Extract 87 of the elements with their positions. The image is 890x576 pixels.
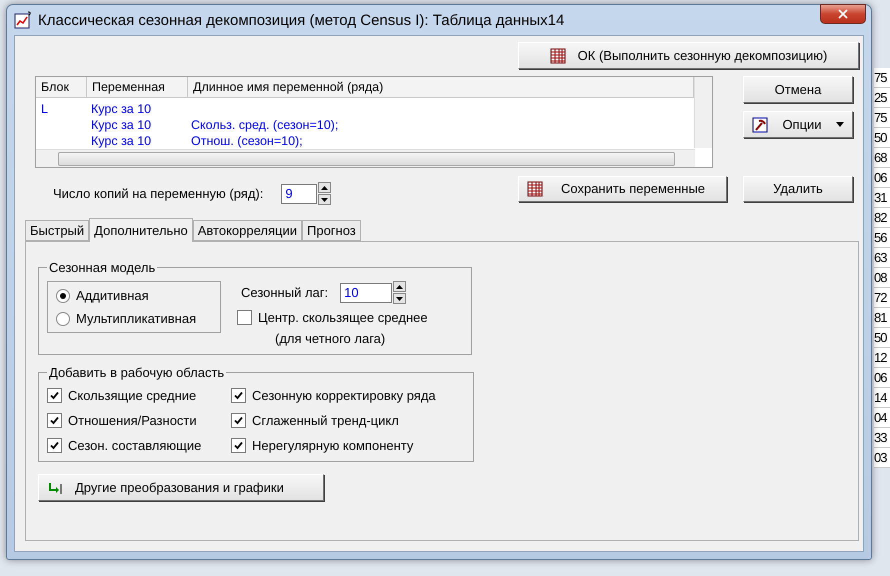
background-table-cell: 81 [874, 308, 890, 328]
tab[interactable]: Автокорреляции [192, 220, 302, 241]
checkbox-option[interactable]: Нерегулярную компоненту [231, 438, 465, 453]
check-mark-icon [234, 416, 243, 425]
checkbox[interactable] [47, 413, 62, 428]
column-header[interactable]: Переменная [87, 77, 188, 97]
checkbox[interactable] [237, 310, 252, 325]
checkbox[interactable] [231, 388, 246, 403]
check-mark-icon [50, 441, 59, 450]
list-cell-text: Курс за 10 [90, 101, 152, 117]
spin-down-button[interactable] [318, 194, 332, 205]
radio-button[interactable] [56, 312, 70, 326]
down-triangle-icon [396, 296, 404, 300]
checkbox-option[interactable]: Сезон. составляющие [47, 438, 231, 453]
checkbox-option[interactable]: Сезонную корректировку ряда [231, 388, 465, 403]
background-table-cell: 50 [874, 328, 890, 348]
list-cell-text: Курс за 10 [90, 117, 152, 133]
checkbox[interactable] [231, 413, 246, 428]
background-table-cell: 72 [874, 288, 890, 308]
radio-option[interactable]: Мультипликативная [56, 311, 212, 326]
dropdown-arrow-icon [836, 122, 844, 127]
background-table-cell: 12 [874, 348, 890, 368]
spin-up-button[interactable] [318, 182, 332, 193]
radio-button[interactable] [56, 288, 70, 302]
centered-option[interactable]: Центр. скользящее среднее [237, 310, 428, 325]
check-mark-icon [50, 416, 59, 425]
vertical-scrollbar[interactable] [694, 77, 712, 148]
background-table-cell: 08 [874, 268, 890, 288]
list-cell-text: L [40, 101, 49, 117]
ok-button[interactable]: ОК (Выполнить сезонную декомпозицию) [518, 42, 859, 69]
check-mark-icon [50, 391, 59, 400]
up-triangle-icon [396, 284, 404, 288]
save-variables-button[interactable]: Сохранить переменные [518, 176, 727, 202]
background-table-cell: 82 [874, 208, 890, 228]
chart-icon [14, 11, 32, 29]
seasonal-lag-label: Сезонный лаг: [241, 285, 328, 300]
window-title: Классическая сезонная декомпозиция (метод Census I): Таблица данных14 [38, 12, 564, 28]
tab[interactable]: Быстрый [25, 220, 90, 241]
options-button[interactable]: Опции [743, 111, 853, 138]
other-transformations-button[interactable]: Другие преобразования и графики [38, 474, 324, 501]
group-title: Сезонная модель [48, 260, 156, 275]
background-table-cell: 25 [874, 88, 890, 108]
table-icon [550, 48, 566, 64]
checkbox-option[interactable]: Отношения/Разности [47, 413, 231, 428]
background-table-cell: 03 [874, 448, 890, 468]
option-note: (для четного лага) [275, 331, 386, 346]
background-table-cell: 63 [874, 248, 890, 268]
list-cell-text: Отнош. (сезон=10); [190, 133, 304, 149]
checkbox-option[interactable]: Скользящие средние [47, 388, 231, 403]
tab[interactable]: Дополнительно [89, 218, 193, 242]
background-table-cell: 50 [874, 128, 890, 148]
pick-icon [752, 116, 768, 132]
table-save-icon [527, 180, 543, 196]
column-header[interactable]: Блок [36, 77, 87, 97]
background-table-cell: 31 [874, 188, 890, 208]
background-table-cell: 33 [874, 428, 890, 448]
tab[interactable]: Прогноз [302, 220, 361, 241]
background-table-cell: 68 [874, 148, 890, 168]
checkbox[interactable] [47, 438, 62, 453]
seasonal-lag-field[interactable]: 10 [340, 282, 392, 302]
spin-up-button[interactable] [393, 281, 406, 292]
background-table-cell: 75 [874, 108, 890, 128]
spin-down-button[interactable] [393, 293, 406, 304]
checkbox-option[interactable]: Сглаженный тренд-цикл [231, 413, 465, 428]
background-table-cell: 56 [874, 228, 890, 248]
background-table-cell: 04 [874, 408, 890, 428]
background-table-cell: 06 [874, 368, 890, 388]
delete-button[interactable]: Удалить [743, 176, 853, 202]
list-cell-text: Курс за 10 [90, 133, 152, 149]
background-table-cell: 75 [874, 68, 890, 88]
checkbox[interactable] [47, 388, 62, 403]
copies-field[interactable]: 9 [281, 184, 318, 204]
checkbox[interactable] [231, 438, 246, 453]
horizontal-scrollbar[interactable] [36, 149, 695, 167]
radio-option[interactable]: Аддитивная [56, 288, 212, 303]
cancel-button[interactable]: Отмена [743, 76, 853, 103]
list-cell-text: Скольз. сред. (сезон=10); [190, 117, 340, 133]
group-title: Добавить в рабочую область [48, 365, 226, 380]
close-icon [836, 7, 850, 21]
down-triangle-icon [321, 198, 328, 202]
background-table-cell: 06 [874, 168, 890, 188]
up-triangle-icon [321, 186, 328, 190]
check-mark-icon [234, 441, 243, 450]
close-button[interactable] [820, 4, 866, 24]
background-table-cell: 14 [874, 388, 890, 408]
copies-label: Число копий на переменную (ряд): [53, 186, 264, 201]
check-mark-icon [234, 391, 243, 400]
